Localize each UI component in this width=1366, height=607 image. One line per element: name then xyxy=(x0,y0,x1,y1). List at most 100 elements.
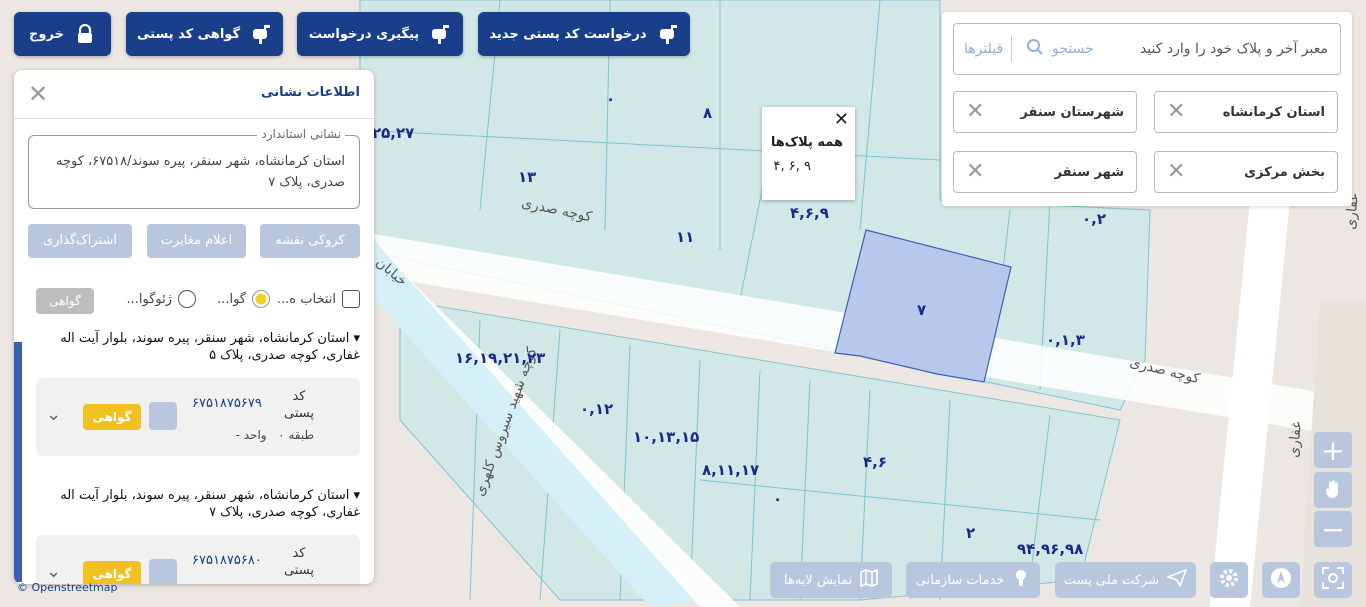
standard-address: استان کرمانشاه، شهر سنقر، پیره سوند/۶۷۵۱… xyxy=(55,154,345,190)
map-sketch-button[interactable]: کروکی نقشه xyxy=(260,224,360,258)
postal-code-card: کد پستی ۶۷۵۱۸۷۵۶۸۰ گواهی ⌄ xyxy=(36,535,360,584)
org-services-button[interactable]: خدمات سازمانی xyxy=(906,562,1040,598)
standard-address-legend: نشانی استاندارد xyxy=(257,127,345,141)
plate-label: ۲ xyxy=(966,524,975,542)
plate-label: ۰,۱۲ xyxy=(580,400,613,418)
track-request-button[interactable]: پیگیری درخواست xyxy=(297,12,463,56)
scroll-thumb[interactable] xyxy=(14,342,22,582)
floor-unit: طبقه ۰ واحد - xyxy=(236,428,314,442)
track-request-label: پیگیری درخواست xyxy=(308,26,420,42)
unit: واحد - xyxy=(235,428,267,442)
record-address[interactable]: ▾ استان کرمانشاه، شهر سنقر، پیره سوند، ب… xyxy=(50,487,360,521)
mailbox-icon xyxy=(429,23,451,45)
province-chip[interactable]: ✕ استان کرمانشاه xyxy=(1154,91,1338,133)
share-button[interactable]: اشتراک‌گذاری xyxy=(28,224,132,258)
national-post-label: شرکت ملی پست xyxy=(1063,572,1160,588)
plate-label: ۲۵,۲۷ xyxy=(372,124,414,142)
postal-code: ۶۷۵۱۸۷۵۶۷۹ xyxy=(192,396,262,411)
close-icon[interactable]: ✕ xyxy=(1167,161,1185,183)
national-post-button[interactable]: شرکت ملی پست xyxy=(1055,562,1196,598)
report-mismatch-button[interactable]: اعلام مغایرت xyxy=(147,224,246,258)
plate-label: ۱۶,۱۹,۲۱,۲۳ xyxy=(455,349,545,367)
gava-radio[interactable]: گوا... xyxy=(217,290,270,308)
geo-radio[interactable]: ژئوگوا... xyxy=(126,290,196,308)
logout-button[interactable]: خروج xyxy=(14,12,111,56)
plate-label: ۴,۶ xyxy=(863,453,887,471)
chevron-down-icon[interactable]: ⌄ xyxy=(46,404,61,425)
plate-label: ۱۱ xyxy=(676,228,694,246)
select-all-checkbox[interactable]: انتخاب ه... xyxy=(277,290,360,308)
plates-popup: ✕ همه پلاک‌ها ۴, ۶, ۹ xyxy=(762,107,855,200)
geo-label: ژئوگوا... xyxy=(126,291,172,307)
close-icon[interactable]: ✕ xyxy=(966,161,984,183)
city-chip[interactable]: ✕ شهر سنقر xyxy=(953,151,1137,193)
copy-icon[interactable] xyxy=(149,559,177,584)
chip-label: بخش مرکزی xyxy=(1244,164,1325,180)
search-input[interactable]: معبر آخر و پلاک خود را وارد کنید جستجو ف… xyxy=(953,23,1341,75)
district-chip[interactable]: ✕ بخش مرکزی xyxy=(1154,151,1338,193)
plate-label: ۰ xyxy=(773,490,782,508)
logout-label: خروج xyxy=(29,26,64,42)
scrollbar[interactable] xyxy=(14,270,22,584)
handshake-icon xyxy=(1012,569,1030,591)
minus-icon: − xyxy=(1321,512,1345,546)
search-label[interactable]: جستجو xyxy=(1052,41,1094,57)
crosshair-icon xyxy=(1322,567,1344,593)
settings-button[interactable] xyxy=(1210,562,1248,598)
filters-button[interactable]: فیلترها xyxy=(964,41,1003,57)
popup-value: ۴, ۶, ۹ xyxy=(773,159,811,174)
certificate-button[interactable]: گواهی xyxy=(36,288,94,314)
map-icon xyxy=(860,568,878,591)
attribution[interactable]: © Openstreetmap xyxy=(17,581,118,594)
floor: طبقه ۰ xyxy=(278,428,314,442)
select-area-button[interactable] xyxy=(1314,472,1352,508)
postal-certificate-label: گواهی کد پستی xyxy=(136,26,241,42)
code-label-text: کد پستی xyxy=(284,546,314,578)
plate-label: ۰,۲ xyxy=(1082,210,1106,228)
mailbox-icon xyxy=(657,23,679,45)
plate-label: ۴,۶,۹ xyxy=(790,204,829,222)
compass-button[interactable] xyxy=(1262,562,1300,598)
show-layers-button[interactable]: نمایش لایه‌ها xyxy=(770,562,892,598)
org-services-label: خدمات سازمانی xyxy=(915,572,1005,588)
chip-label: شهرستان سنقر xyxy=(1020,104,1124,120)
postal-code: ۶۷۵۱۸۷۵۶۸۰ xyxy=(192,553,262,568)
radio-selected[interactable] xyxy=(252,290,270,308)
address-info-panel: اطلاعات نشانی ✕ نشانی استاندارد استان کر… xyxy=(14,70,374,584)
new-postal-request-button[interactable]: درخواست کد پستی جدید xyxy=(478,12,690,56)
checkbox[interactable] xyxy=(342,290,360,308)
chevron-down-icon[interactable]: ⌄ xyxy=(46,561,61,582)
locate-button[interactable] xyxy=(1314,562,1352,598)
zoom-out-button[interactable]: − xyxy=(1314,511,1352,547)
gear-icon xyxy=(1218,567,1240,593)
record-address[interactable]: ▾ استان کرمانشاه، شهر سنقر، پیره سوند، ب… xyxy=(50,330,360,364)
panel-title: اطلاعات نشانی xyxy=(261,85,360,100)
radio[interactable] xyxy=(178,290,196,308)
popup-title: همه پلاک‌ها xyxy=(770,135,843,150)
code-label-text: کد پستی xyxy=(284,389,314,421)
zoom-in-button[interactable]: + xyxy=(1314,432,1352,468)
select-all-label: انتخاب ه... xyxy=(276,291,336,307)
close-icon[interactable]: ✕ xyxy=(28,80,48,108)
gava-label: گوا... xyxy=(217,291,246,307)
mailbox-icon xyxy=(250,23,272,45)
plate-label: ۹۴,۹۶,۹۸ xyxy=(1017,540,1083,558)
plate-label: ۷ xyxy=(917,301,926,319)
paper-plane-icon xyxy=(1165,568,1188,591)
plate-label: ۰,۱,۳ xyxy=(1046,331,1085,349)
county-chip[interactable]: ✕ شهرستان سنقر xyxy=(953,91,1137,133)
show-layers-label: نمایش لایه‌ها xyxy=(783,572,853,588)
panel-header: اطلاعات نشانی ✕ xyxy=(14,70,374,119)
search-icon[interactable] xyxy=(1026,38,1044,60)
close-icon[interactable]: ✕ xyxy=(834,109,849,130)
close-icon[interactable]: ✕ xyxy=(1167,101,1185,123)
compass-icon xyxy=(1270,567,1292,593)
copy-icon[interactable] xyxy=(149,402,177,430)
chip-label: شهر سنقر xyxy=(1054,164,1124,180)
plate-label: ۰ xyxy=(606,90,615,108)
new-postal-request-label: درخواست کد پستی جدید xyxy=(489,26,647,42)
postal-certificate-button[interactable]: گواهی کد پستی xyxy=(126,12,283,56)
close-icon[interactable]: ✕ xyxy=(966,101,984,123)
certificate-button[interactable]: گواهی xyxy=(83,404,141,430)
divider xyxy=(1011,36,1013,62)
